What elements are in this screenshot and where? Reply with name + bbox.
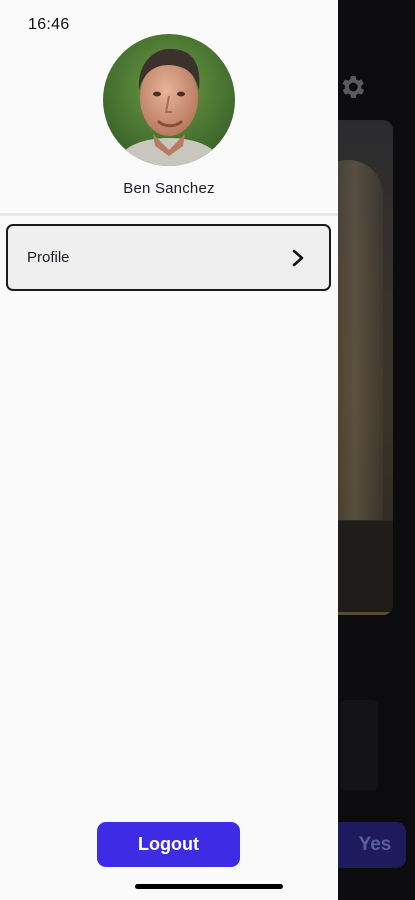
yes-button-label: Yes (358, 834, 392, 855)
user-name: Ben Sanchez (123, 180, 215, 197)
menu-item-profile[interactable]: Profile (6, 224, 331, 291)
avatar-photo (103, 34, 235, 166)
gear-icon[interactable] (337, 72, 367, 102)
status-time: 16:46 (28, 16, 70, 33)
logout-button[interactable]: Logout (97, 822, 240, 867)
chevron-right-icon (292, 249, 304, 266)
background-panel (340, 700, 378, 790)
avatar (103, 34, 235, 166)
home-indicator (135, 884, 283, 889)
navigation-drawer: 16:46 Ben Sanchez Profile Logout (0, 0, 338, 900)
divider (0, 213, 338, 216)
menu-item-label: Profile (27, 249, 70, 266)
